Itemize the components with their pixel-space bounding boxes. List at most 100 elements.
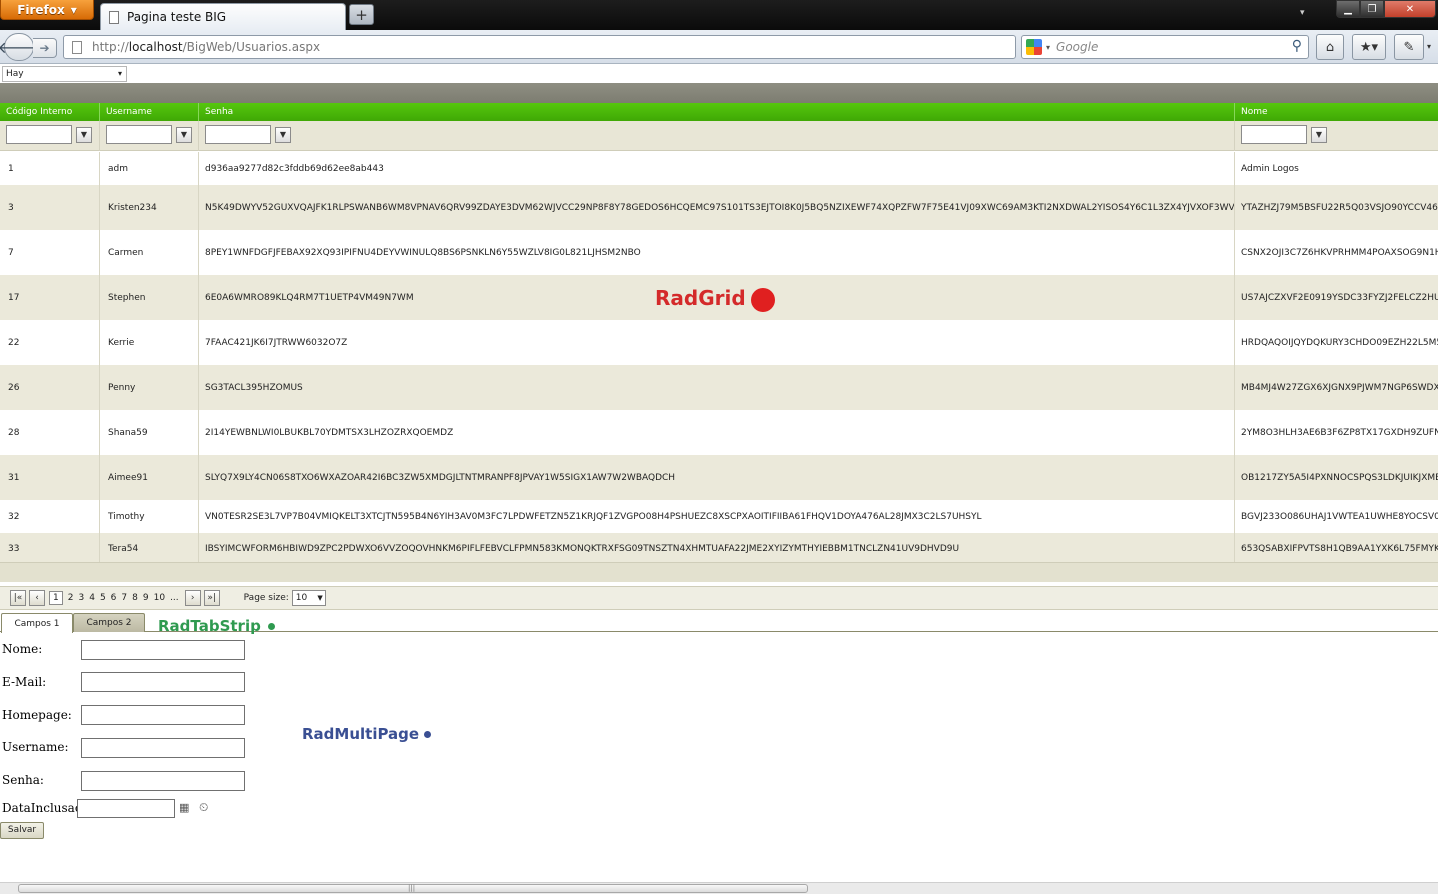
table-row[interactable]: 32 Timothy VN0TESR2SE3L7VP7B04VMIQKELT3X…: [0, 500, 1438, 533]
navigation-bar: 🡐 ➔ http://localhost/BigWeb/Usuarios.asp…: [0, 30, 1438, 64]
page-number-more[interactable]: ...: [170, 593, 179, 603]
google-icon[interactable]: [1026, 39, 1042, 55]
theme-select[interactable]: Hay ▾: [2, 66, 127, 82]
nome-label: Nome:: [2, 642, 43, 656]
cell-username: Kristen234: [100, 185, 199, 230]
new-tab-button[interactable]: +: [349, 4, 374, 25]
cell-senha: d936aa9277d82c3fddb69d62ee8ab443: [199, 152, 1235, 185]
senha-label: Senha:: [2, 773, 44, 787]
tab-campos-1[interactable]: Campos 1: [1, 613, 73, 633]
homepage-field[interactable]: [81, 705, 245, 725]
chevron-down-icon: ▼: [317, 594, 323, 602]
bookmarks-button[interactable]: ★▾: [1352, 34, 1386, 60]
prev-page-button[interactable]: ‹: [29, 590, 45, 606]
page-size-select[interactable]: 10 ▼: [291, 590, 326, 606]
page-number[interactable]: 7: [121, 593, 127, 603]
clock-icon[interactable]: ⏲: [199, 800, 208, 815]
nome-field[interactable]: [81, 640, 245, 660]
search-icon[interactable]: ⚲: [1292, 38, 1302, 54]
horizontal-scrollbar[interactable]: |||: [0, 882, 1438, 894]
first-page-icon: |«: [13, 593, 23, 603]
cell-codigo: 3: [0, 185, 100, 230]
filter-cell: ▼: [1235, 121, 1438, 151]
filter-icon[interactable]: ▼: [275, 127, 291, 143]
annotation-radtabstrip: RadTabStrip: [158, 617, 261, 635]
page-number-current[interactable]: 1: [49, 591, 63, 605]
username-field[interactable]: [81, 738, 245, 758]
browser-tab[interactable]: Pagina teste BIG: [100, 3, 346, 30]
close-window-button[interactable]: ✕: [1384, 0, 1436, 18]
search-engine-dropdown-icon[interactable]: ▾: [1046, 43, 1050, 52]
cell-username: Penny: [100, 365, 199, 410]
filter-input-senha[interactable]: [205, 125, 271, 144]
url-host: localhost: [128, 40, 183, 54]
page-number[interactable]: 8: [132, 593, 138, 603]
page-number[interactable]: 2: [68, 593, 74, 603]
table-row[interactable]: 31 Aimee91 SLYQ7X9LY4CN06S8TXO6WXAZOAR42…: [0, 455, 1438, 500]
cell-codigo: 17: [0, 275, 100, 320]
address-bar[interactable]: http://localhost/BigWeb/Usuarios.aspx ☆ …: [63, 35, 1074, 59]
page-icon: [72, 40, 82, 54]
maximize-button[interactable]: ❐: [1360, 0, 1384, 18]
tab-list-icon[interactable]: ▾: [1300, 8, 1305, 18]
table-row[interactable]: 28 Shana59 2I14YEWBNLWI0LBUKBL70YDMTSX3L…: [0, 410, 1438, 455]
table-row[interactable]: 26 Penny SG3TACL395HZOMUS MB4MJ4W27ZGX6X…: [0, 365, 1438, 410]
tab-label: Campos 2: [86, 618, 132, 628]
cell-codigo: 31: [0, 455, 100, 500]
firefox-menu-button[interactable]: Firefox ▾: [0, 0, 94, 20]
cell-nome: 653QSABXIFPVTS8H1QB9AA1YXK6L75FMYK62: [1241, 544, 1438, 554]
table-row[interactable]: 22 Kerrie 7FAAC421JK6I7JTRWW6032O7Z HRDQ…: [0, 320, 1438, 365]
column-header-codigo[interactable]: Código Interno: [0, 103, 100, 121]
filter-icon[interactable]: ▼: [1311, 127, 1327, 143]
column-header-nome[interactable]: Nome: [1235, 103, 1438, 121]
page-number[interactable]: 5: [100, 593, 106, 603]
filter-icon[interactable]: ▼: [176, 127, 192, 143]
search-bar[interactable]: ▾ Google ⚲: [1021, 35, 1309, 59]
grid-header: Código Interno Username Senha Nome: [0, 103, 1438, 121]
filter-input-codigo[interactable]: [6, 125, 72, 144]
home-icon: ⌂: [1325, 39, 1335, 55]
cell-username: Tera54: [100, 533, 199, 565]
more-tools-icon[interactable]: ▾: [1427, 42, 1431, 51]
tab-campos-2[interactable]: Campos 2: [73, 613, 145, 632]
cell-senha: IBSYIMCWFORM6HBIWD9ZPC2PDWXO6VVZOQOVHNKM…: [199, 533, 1235, 565]
calendar-icon[interactable]: ▦: [179, 801, 189, 814]
table-row[interactable]: 3 Kristen234 N5K49DWYV52GUXVQAJFK1RLPSWA…: [0, 185, 1438, 230]
back-button[interactable]: 🡐: [0, 33, 40, 61]
last-page-button[interactable]: »|: [203, 590, 220, 606]
minimize-button[interactable]: ▁: [1336, 0, 1360, 18]
next-page-button[interactable]: ›: [184, 590, 201, 606]
page-number[interactable]: 6: [111, 593, 117, 603]
email-field[interactable]: [81, 672, 245, 692]
table-row[interactable]: 7 Carmen 8PEY1WNFDGFJFEBAX92XQ93IPIFNU4D…: [0, 230, 1438, 275]
filter-icon[interactable]: ▼: [76, 127, 92, 143]
page-number[interactable]: 10: [154, 593, 165, 603]
table-row[interactable]: 1 adm d936aa9277d82c3fddb69d62ee8ab443 A…: [0, 152, 1438, 185]
cell-nome: MB4MJ4W27ZGX6XJGNX9PJWM7NGP6SWDX(: [1241, 382, 1438, 393]
filter-input-nome[interactable]: [1241, 125, 1307, 144]
column-header-senha[interactable]: Senha: [199, 103, 1235, 121]
cell-username: Shana59: [100, 410, 199, 455]
first-page-button[interactable]: |«: [10, 590, 26, 606]
page-number[interactable]: 3: [78, 593, 84, 603]
bookmarks-icon: ★▾: [1359, 39, 1379, 55]
cell-codigo: 1: [0, 152, 100, 185]
addon-button[interactable]: ✎: [1394, 34, 1424, 60]
title-bar: Firefox ▾ Pagina teste BIG + ▾ ▁ ❐ ✕: [0, 0, 1438, 30]
column-header-username[interactable]: Username: [100, 103, 199, 121]
senha-field[interactable]: [81, 771, 245, 791]
page-number[interactable]: 4: [89, 593, 95, 603]
page-number[interactable]: 9: [143, 593, 149, 603]
prev-page-icon: ‹: [35, 593, 39, 603]
cell-username: Stephen: [100, 275, 199, 320]
forward-button[interactable]: ➔: [33, 38, 57, 58]
datainclusao-field[interactable]: [77, 799, 175, 818]
table-row[interactable]: 33 Tera54 IBSYIMCWFORM6HBIWD9ZPC2PDWXO6V…: [0, 533, 1438, 565]
home-button[interactable]: ⌂: [1316, 34, 1344, 60]
cell-senha: VN0TESR2SE3L7VP7B04VMIQKELT3XTCJTN595B4N…: [199, 500, 1235, 533]
filter-input-username[interactable]: [106, 125, 172, 144]
cell-senha: SG3TACL395HZOMUS: [199, 365, 1235, 410]
cell-senha: N5K49DWYV52GUXVQAJFK1RLPSWANB6WM8VPNAV6Q…: [199, 185, 1235, 230]
cell-codigo: 33: [0, 533, 100, 565]
save-button[interactable]: Salvar: [0, 822, 44, 839]
